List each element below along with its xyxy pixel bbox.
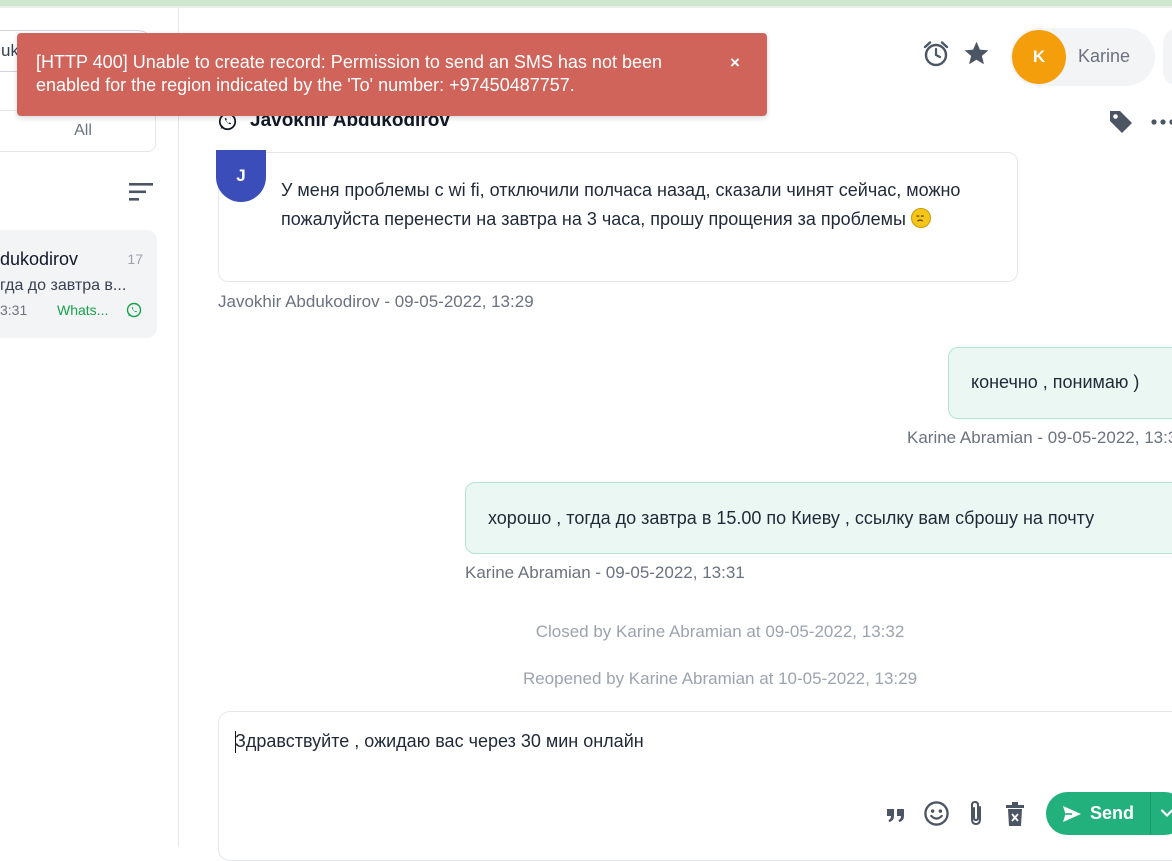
system-event-closed: Closed by Karine Abramian at 09-05-2022,…: [535, 622, 905, 641]
close-icon[interactable]: ×: [730, 53, 740, 73]
incoming-message-text: У меня проблемы с wi fi, отключили полча…: [281, 176, 1001, 233]
conversation-sidebar: ukodirov All dukodirov 17 гда до завтра …: [0, 8, 179, 847]
outgoing-message-text: конечно , понимаю ): [971, 372, 1140, 392]
send-divider: [1150, 792, 1151, 835]
conversation-list-item[interactable]: dukodirov 17 гда до завтра в... 3:31 Wha…: [0, 230, 157, 338]
outgoing-message-text: хорошо , тогда до завтра в 15.00 по Киев…: [488, 508, 1095, 528]
message-input[interactable]: Здравствуйте , ожидаю вас через 30 мин о…: [235, 731, 644, 752]
conversation-preview: гда до завтра в...: [0, 277, 127, 294]
conversation-count: 17: [127, 251, 143, 267]
whatsapp-icon: [126, 302, 142, 318]
delete-draft-icon[interactable]: [1004, 801, 1026, 827]
conversation-time: 3:31: [0, 302, 28, 318]
incoming-message-body: У меня проблемы с wi fi, отключили полча…: [281, 180, 961, 229]
message-meta: Karine Abramian - 09-05-2022, 13:31: [465, 563, 745, 582]
header-extra-button[interactable]: [1163, 28, 1172, 86]
message-meta: Javokhir Abdukodirov - 09-05-2022, 13:29: [218, 292, 534, 311]
disappointed-face-icon: [910, 207, 931, 228]
send-icon: [1063, 806, 1081, 822]
text-cursor: [235, 731, 236, 753]
quote-icon[interactable]: [885, 803, 907, 825]
more-options-icon[interactable]: [1150, 118, 1172, 126]
alarm-clock-icon[interactable]: [922, 40, 950, 68]
send-label: Send: [1090, 803, 1135, 823]
contact-avatar: J: [216, 150, 266, 202]
sort-icon[interactable]: [129, 180, 155, 204]
tag-icon[interactable]: [1107, 108, 1135, 136]
message-meta: Karine Abramian - 09-05-2022, 13:31: [907, 428, 1172, 447]
send-button[interactable]: Send: [1046, 792, 1172, 835]
attachment-icon[interactable]: [965, 799, 987, 827]
error-toast-message: [HTTP 400] Unable to create record: Perm…: [36, 52, 663, 95]
conversation-channel: Whats...: [57, 302, 109, 318]
contact-avatar-initial: J: [236, 166, 246, 185]
error-toast: [HTTP 400] Unable to create record: Perm…: [17, 33, 767, 116]
user-name[interactable]: Karine: [1078, 46, 1130, 67]
chevron-down-icon[interactable]: [1160, 806, 1172, 820]
filter-all-label: All: [74, 122, 92, 139]
user-avatar: K: [1012, 30, 1066, 84]
filter-all-button[interactable]: All: [0, 110, 156, 152]
user-avatar-initial: K: [1032, 47, 1046, 66]
emoji-picker-icon[interactable]: [923, 800, 950, 827]
system-event-reopened: Reopened by Karine Abramian at 10-05-202…: [522, 669, 918, 688]
star-icon[interactable]: [963, 40, 990, 67]
conversation-name: dukodirov: [0, 249, 79, 269]
